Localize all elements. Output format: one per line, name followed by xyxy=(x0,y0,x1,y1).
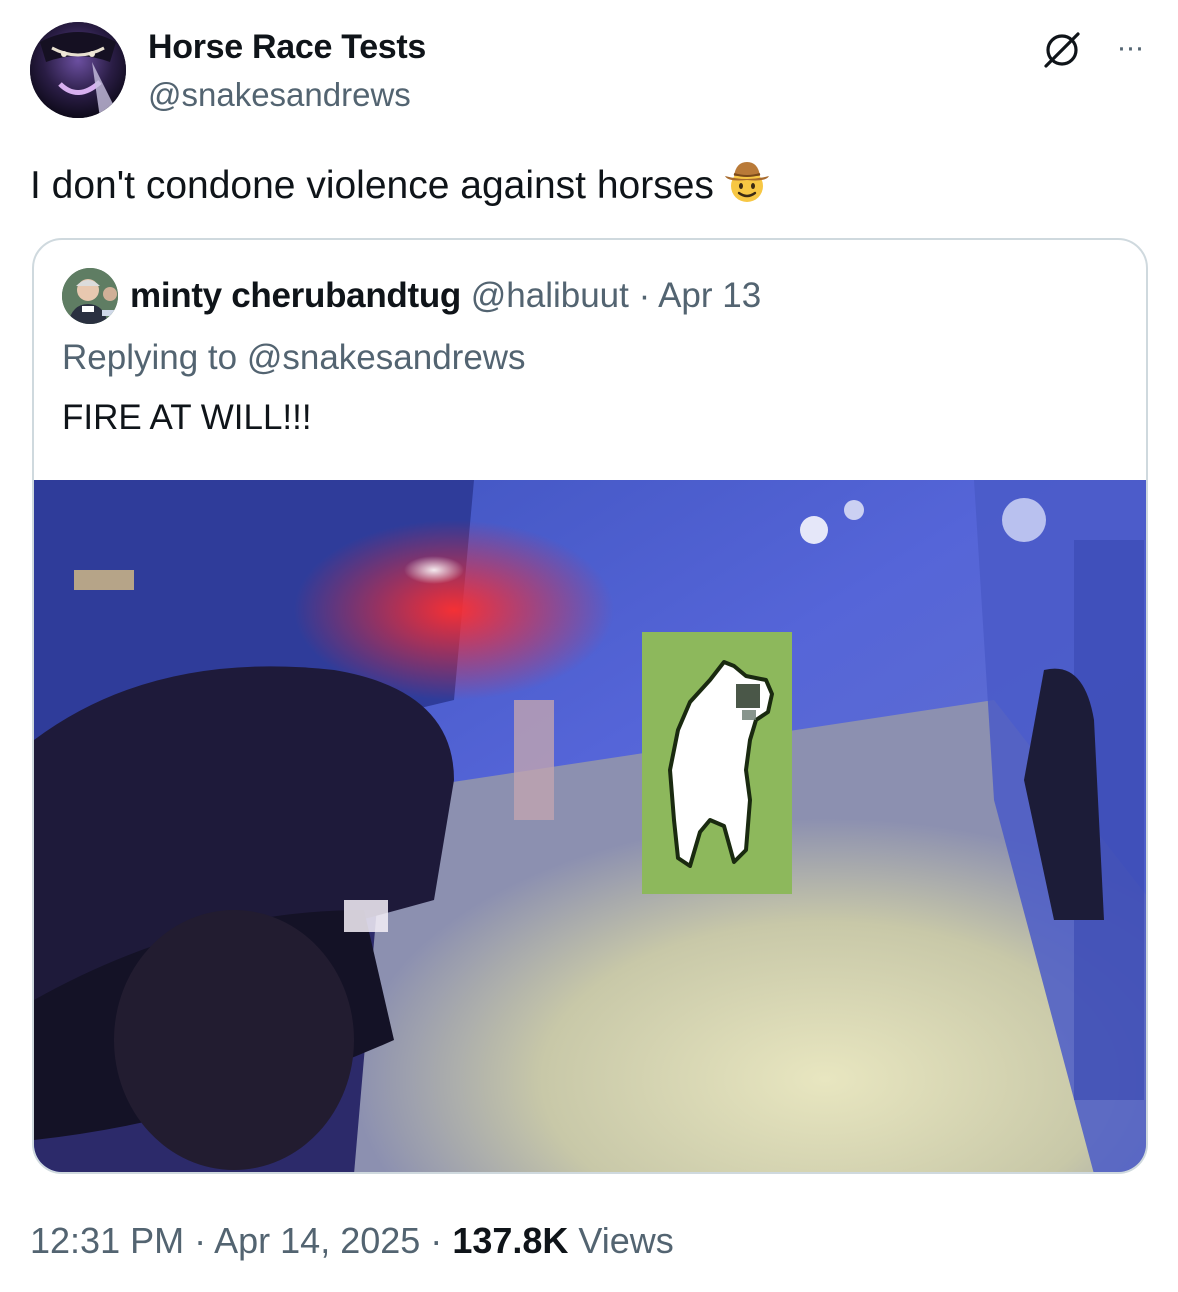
security-camera-photo xyxy=(34,480,1146,1172)
quoted-separator: · xyxy=(638,276,651,315)
quoted-replying-to: Replying to @snakesandrews xyxy=(62,338,526,378)
quoted-author-avatar[interactable] xyxy=(62,268,118,324)
tweet-text-body: I don't condone violence against horses xyxy=(30,164,714,207)
cowboy-hat-face-emoji-icon xyxy=(722,156,772,206)
grok-icon[interactable] xyxy=(1040,28,1084,72)
tweet-time[interactable]: 12:31 PM xyxy=(30,1220,184,1261)
tweet-footer: 12:31 PM · Apr 14, 2025 · 137.8K Views xyxy=(30,1220,674,1262)
replying-to-label: Replying to xyxy=(62,338,238,377)
footer-separator-2: · xyxy=(430,1220,443,1261)
author-display-name[interactable]: Horse Race Tests xyxy=(148,28,426,67)
tweet-date[interactable]: Apr 14, 2025 xyxy=(214,1220,420,1261)
author-handle[interactable]: @snakesandrews xyxy=(148,76,411,114)
tweet-text: I don't condone violence against horses xyxy=(30,156,772,208)
quoted-avatar-image xyxy=(62,268,118,324)
quoted-tweet-card[interactable]: minty cherubandtug @halibuut · Apr 13 Re… xyxy=(32,238,1148,1174)
views-count[interactable]: 137.8K xyxy=(452,1220,568,1261)
quoted-date[interactable]: Apr 13 xyxy=(658,276,761,315)
replying-to-handle[interactable]: @snakesandrews xyxy=(247,338,526,377)
quoted-handle[interactable]: @halibuut xyxy=(471,276,629,315)
footer-separator: · xyxy=(194,1220,207,1261)
quoted-tweet-text: FIRE AT WILL!!! xyxy=(62,398,312,437)
views-label[interactable]: Views xyxy=(578,1220,673,1261)
quoted-tweet-header: minty cherubandtug @halibuut · Apr 13 xyxy=(130,276,761,316)
quoted-media-image[interactable] xyxy=(34,480,1146,1172)
more-options-icon[interactable]: ··· xyxy=(1108,30,1152,66)
author-avatar[interactable] xyxy=(30,22,126,118)
avatar-image xyxy=(30,22,126,118)
quoted-display-name[interactable]: minty cherubandtug xyxy=(130,276,461,315)
